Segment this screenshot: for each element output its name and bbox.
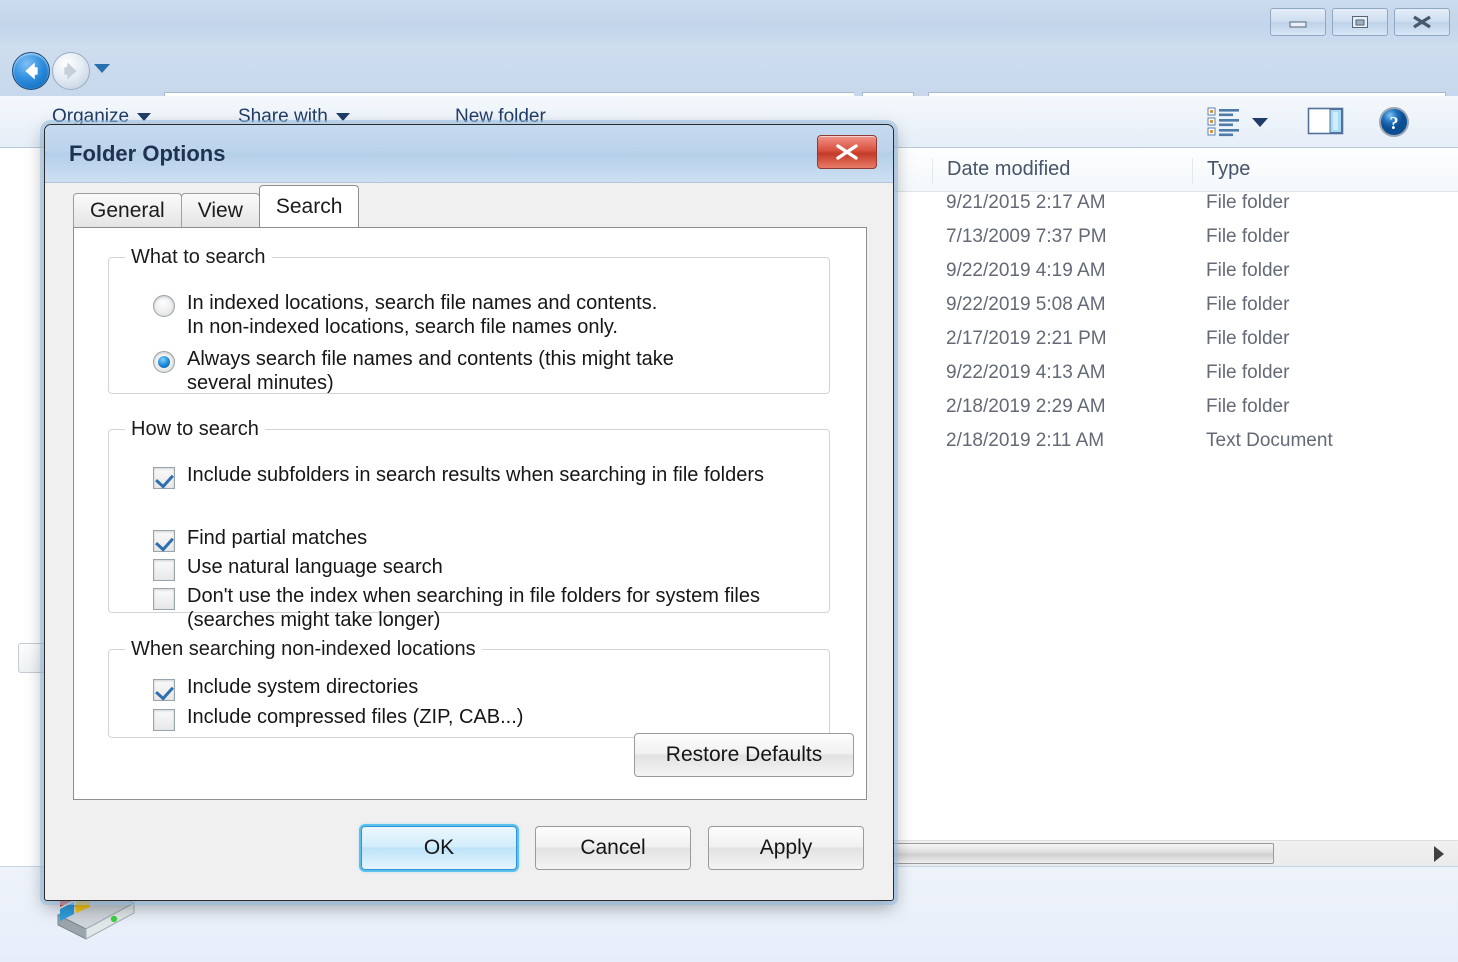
checkbox-indicator[interactable] — [153, 709, 175, 731]
tab-view-label: View — [197, 198, 243, 222]
dialog-titlebar: Folder Options — [45, 125, 893, 183]
tab-view[interactable]: View — [180, 193, 260, 227]
checkbox-find-partial-matches-label: Find partial matches — [187, 527, 368, 549]
cell-date-modified: 9/22/2019 4:19 AM — [946, 260, 1106, 281]
forward-arrow-icon — [64, 62, 77, 80]
back-arrow-icon — [25, 62, 38, 80]
checkbox-include-subfolders[interactable]: Include subfolders in search results whe… — [153, 463, 803, 489]
tab-search-label: Search — [275, 194, 343, 218]
cell-type: File folder — [1206, 260, 1290, 281]
close-icon — [1413, 15, 1431, 29]
dialog-close-button[interactable] — [817, 135, 877, 169]
forward-button[interactable] — [52, 52, 90, 90]
checkbox-include-compressed-files[interactable]: Include compressed files (ZIP, CAB...) — [153, 705, 523, 731]
cancel-button[interactable]: Cancel — [535, 826, 691, 870]
back-button[interactable] — [12, 52, 50, 90]
cell-type: File folder — [1206, 226, 1290, 247]
cell-date-modified: 2/18/2019 2:29 AM — [946, 396, 1106, 417]
cell-type: File folder — [1206, 294, 1290, 315]
view-layout-icon[interactable] — [1206, 104, 1242, 138]
cell-type: File folder — [1206, 192, 1290, 213]
cell-date-modified: 2/17/2019 2:21 PM — [946, 328, 1107, 349]
cell-date-modified: 7/13/2009 7:37 PM — [946, 226, 1107, 247]
svg-text:?: ? — [1390, 113, 1399, 133]
cell-type: File folder — [1206, 362, 1290, 383]
radio-always-search[interactable]: Always search file names and contents (t… — [153, 347, 674, 396]
checkbox-indicator[interactable] — [153, 679, 175, 701]
preview-pane-icon[interactable] — [1306, 104, 1346, 138]
cell-date-modified: 9/22/2019 5:08 AM — [946, 294, 1106, 315]
group-how-to-search: How to search Include subfolders in sear… — [108, 418, 830, 631]
checkbox-indicator[interactable] — [153, 588, 175, 610]
maximize-icon — [1352, 16, 1368, 28]
apply-button[interactable]: Apply — [708, 826, 864, 870]
tab-search[interactable]: Search — [258, 185, 360, 227]
chevron-down-icon — [335, 113, 350, 121]
column-header-type[interactable]: Type — [1192, 158, 1432, 184]
radio-indicator[interactable] — [153, 295, 175, 317]
close-button[interactable] — [1394, 8, 1450, 36]
column-header-date-modified[interactable]: Date modified — [932, 158, 1192, 184]
scroll-right-arrow-icon[interactable] — [1434, 846, 1444, 862]
tab-general-label: General — [90, 198, 165, 222]
checkbox-indicator[interactable] — [153, 559, 175, 581]
radio-indicator[interactable] — [153, 351, 175, 373]
checkbox-dont-use-index[interactable]: Don't use the index when searching in fi… — [153, 584, 823, 633]
dialog-footer: OK Cancel Apply — [45, 808, 893, 900]
group-when-searching-non-indexed: When searching non-indexed locations Inc… — [108, 638, 830, 738]
cell-type: File folder — [1206, 396, 1290, 417]
minimize-icon — [1289, 21, 1307, 28]
cell-date-modified: 9/21/2015 2:17 AM — [946, 192, 1106, 213]
history-dropdown-icon[interactable] — [94, 64, 110, 73]
checkbox-include-system-directories[interactable]: Include system directories — [153, 675, 418, 701]
radio-always-search-label: Always search file names and contents (t… — [187, 348, 674, 395]
close-icon — [836, 144, 858, 160]
group-when-searching-legend: When searching non-indexed locations — [131, 638, 476, 660]
group-what-to-search: What to search In indexed locations, sea… — [108, 246, 830, 394]
checkbox-dont-use-index-label: Don't use the index when searching in fi… — [187, 585, 760, 632]
cell-date-modified: 9/22/2019 4:13 AM — [946, 362, 1106, 383]
tab-general[interactable]: General — [73, 193, 182, 227]
checkbox-indicator[interactable] — [153, 530, 175, 552]
radio-indexed-locations[interactable]: In indexed locations, search file names … — [153, 291, 657, 340]
group-how-to-search-legend: How to search — [131, 418, 259, 440]
cell-type: File folder — [1206, 328, 1290, 349]
radio-indexed-locations-label: In indexed locations, search file names … — [187, 292, 658, 339]
cell-date-modified: 2/18/2019 2:11 AM — [946, 430, 1105, 451]
checkbox-natural-language-search[interactable]: Use natural language search — [153, 555, 443, 581]
dialog-tab-strip: General View Search — [73, 185, 360, 227]
maximize-button[interactable] — [1332, 8, 1388, 36]
folder-options-dialog: Folder Options General View Search What … — [44, 124, 894, 901]
checkbox-include-compressed-files-label: Include compressed files (ZIP, CAB...) — [187, 706, 524, 728]
checkbox-natural-language-search-label: Use natural language search — [187, 556, 443, 578]
view-dropdown-icon[interactable] — [1252, 118, 1268, 127]
checkbox-find-partial-matches[interactable]: Find partial matches — [153, 526, 367, 552]
window-titlebar — [0, 0, 1458, 44]
checkbox-include-system-directories-label: Include system directories — [187, 676, 419, 698]
window-controls — [1270, 8, 1450, 36]
ok-button[interactable]: OK — [361, 826, 517, 870]
restore-defaults-button[interactable]: Restore Defaults — [634, 733, 854, 777]
checkbox-include-subfolders-label: Include subfolders in search results whe… — [187, 464, 764, 486]
dialog-tab-page-search: What to search In indexed locations, sea… — [73, 227, 867, 800]
address-bar-row: ▶ Computer ▶ Windows 7 (C:) ▶ Search Win… — [0, 44, 1458, 134]
checkbox-indicator[interactable] — [153, 467, 175, 489]
dialog-title: Folder Options — [69, 141, 226, 166]
minimize-button[interactable] — [1270, 8, 1326, 36]
group-what-to-search-legend: What to search — [131, 246, 266, 268]
chevron-down-icon — [137, 113, 152, 121]
help-icon[interactable]: ? — [1374, 103, 1414, 141]
cell-type: Text Document — [1206, 430, 1333, 451]
